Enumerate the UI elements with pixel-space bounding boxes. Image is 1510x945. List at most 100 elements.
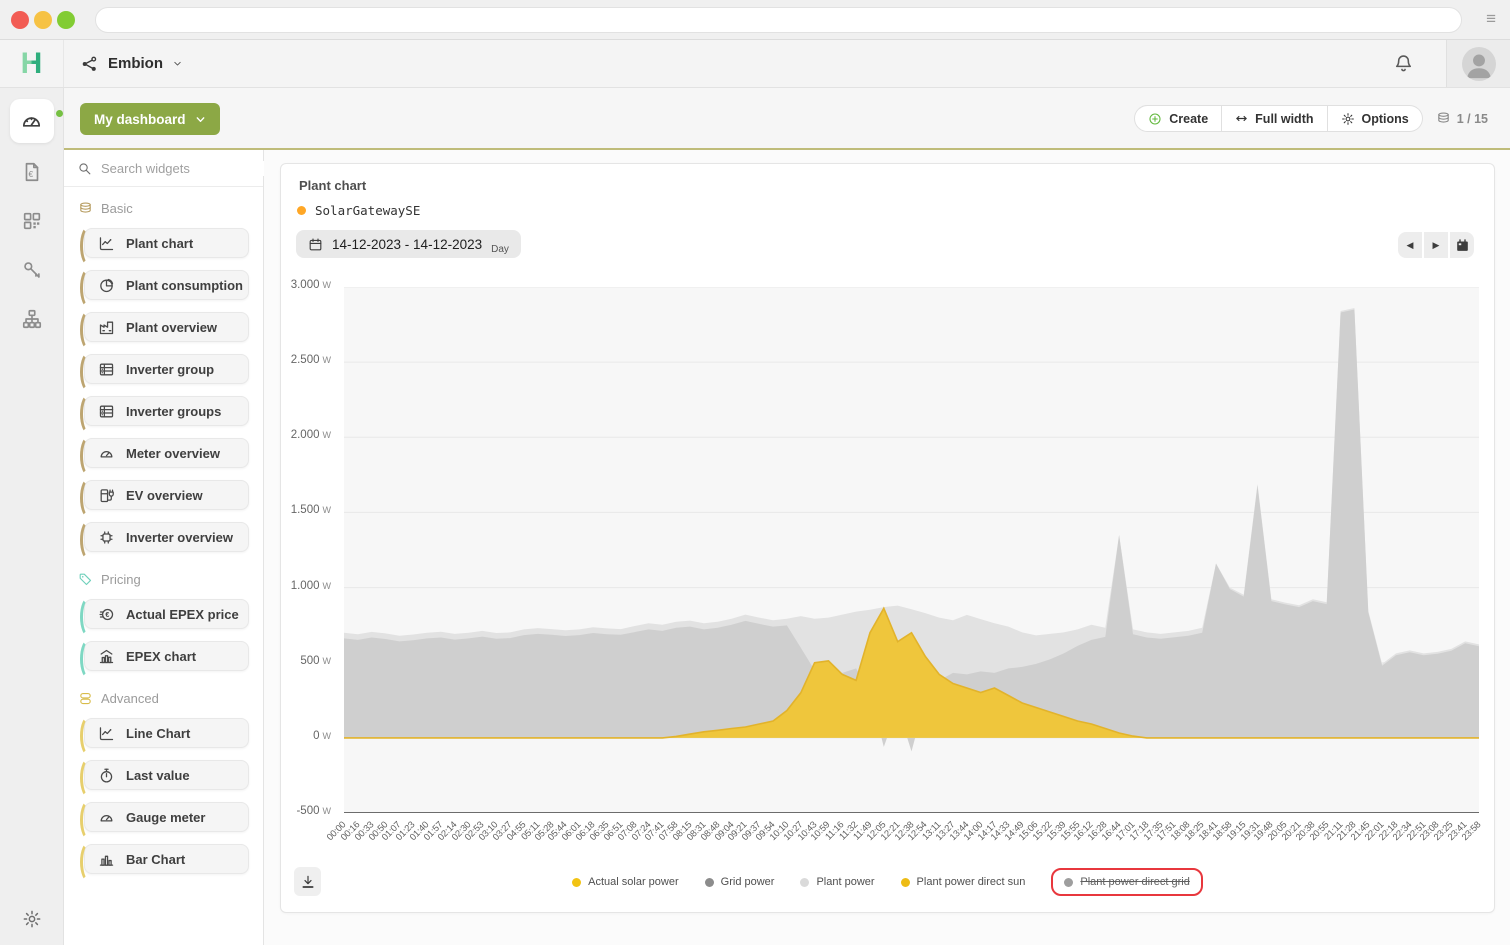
full-width-button[interactable]: Full width	[1222, 105, 1327, 132]
user-menu[interactable]	[1446, 40, 1510, 87]
layers-icon	[78, 201, 93, 216]
y-tick-label: 1.000W	[275, 580, 331, 592]
widget-item-inverter-overview[interactable]: Inverter overview	[84, 522, 249, 552]
options-label: Options	[1362, 112, 1409, 126]
browser-chrome: ≡	[0, 0, 1510, 40]
chevron-down-icon	[195, 114, 206, 125]
widget-item-plant-chart[interactable]: Plant chart	[84, 228, 249, 258]
widget-item-ev-overview[interactable]: EV overview	[84, 480, 249, 510]
widget-item-line-chart[interactable]: Line Chart	[84, 718, 249, 748]
widget-item-label: Last value	[126, 768, 190, 783]
invoice-icon: €	[21, 161, 43, 183]
calendar-button[interactable]	[1450, 232, 1474, 258]
legend-item-plant-power[interactable]: Plant power	[800, 876, 874, 888]
rail-item-widgets[interactable]	[10, 201, 54, 241]
network-icon	[81, 55, 99, 73]
widget-item-bar-chart[interactable]: Bar Chart	[84, 844, 249, 874]
plant-chart-plot[interactable]	[344, 287, 1479, 813]
widget-item-label: Plant consumption	[126, 278, 243, 293]
window-close-button[interactable]	[11, 11, 29, 29]
y-tick-label: 1.500W	[275, 504, 331, 516]
previous-period-button[interactable]: ◀	[1398, 232, 1422, 258]
rail-item-structure[interactable]	[10, 299, 54, 339]
gauge-icon	[98, 809, 115, 826]
widget-item-epex-chart[interactable]: EPEX chart	[84, 641, 249, 671]
gateway-status-dot	[297, 206, 306, 215]
widget-item-label: EV overview	[126, 488, 203, 503]
browser-menu-icon[interactable]: ≡	[1486, 9, 1496, 29]
full-width-label: Full width	[1255, 112, 1313, 126]
legend-dot	[800, 878, 809, 887]
rail-item-access[interactable]	[10, 250, 54, 290]
section-header-pricing: Pricing	[78, 572, 249, 587]
widget-item-label: Actual EPEX price	[126, 607, 239, 622]
legend-item-actual-solar-power[interactable]: Actual solar power	[572, 876, 679, 888]
legend-item-plant-power-direct-grid[interactable]: Plant power direct grid	[1051, 868, 1202, 896]
plant-chart-widget: Plant chart SolarGatewaySE 14-12-2023 - …	[280, 163, 1495, 913]
widget-item-label: Bar Chart	[126, 852, 185, 867]
chip-icon	[98, 529, 115, 546]
window-zoom-button[interactable]	[57, 11, 75, 29]
y-tick-label: 2.000W	[275, 429, 331, 441]
widget-search	[64, 150, 263, 187]
y-axis-labels: 3.000W2.500W2.000W1.500W1.000W500W0W-500…	[281, 287, 337, 813]
y-tick-label: 3.000W	[275, 279, 331, 291]
widget-item-label: EPEX chart	[126, 649, 196, 664]
options-button[interactable]: Options	[1328, 105, 1423, 132]
bars-icon	[98, 851, 115, 868]
window-minimize-button[interactable]	[34, 11, 52, 29]
rail-item-dashboards[interactable]	[10, 99, 54, 143]
widget-item-label: Plant chart	[126, 236, 193, 251]
table-icon	[98, 361, 115, 378]
widget-item-plant-overview[interactable]: Plant overview	[84, 312, 249, 342]
y-tick-label: -500W	[275, 805, 331, 817]
chart-line-icon	[98, 725, 115, 742]
widget-item-plant-consumption[interactable]: Plant consumption	[84, 270, 249, 300]
avatar	[1462, 47, 1496, 81]
widget-item-actual-epex-price[interactable]: € Actual EPEX price	[84, 599, 249, 629]
section-label: Advanced	[101, 691, 159, 706]
legend-label: Plant power direct sun	[917, 876, 1026, 888]
legend-label: Plant power direct grid	[1080, 876, 1189, 888]
legend-item-plant-power-direct-sun[interactable]: Plant power direct sun	[901, 876, 1026, 888]
widget-item-label: Inverter overview	[126, 530, 233, 545]
svg-text:€: €	[105, 610, 109, 618]
widget-item-label: Line Chart	[126, 726, 190, 741]
page-indicator: 1 / 15	[1436, 111, 1488, 126]
legend-label: Actual solar power	[588, 876, 679, 888]
app-logo[interactable]: H	[0, 40, 64, 87]
legend-dot	[1064, 878, 1073, 887]
factory-icon	[98, 319, 115, 336]
dashboard-content: Plant chart SolarGatewaySE 14-12-2023 - …	[264, 150, 1510, 945]
search-input[interactable]	[101, 161, 277, 176]
apps-icon	[21, 210, 43, 232]
date-granularity: Day	[491, 244, 509, 255]
key-icon	[21, 259, 43, 281]
org-switcher[interactable]: Embion	[81, 40, 183, 87]
chart-line-icon	[98, 235, 115, 252]
notifications-bell-icon[interactable]	[1393, 53, 1414, 74]
dashboard-selector-label: My dashboard	[94, 112, 186, 127]
speedometer-icon	[20, 110, 43, 133]
chart-legend: Actual solar power Grid power Plant power P…	[281, 864, 1494, 900]
arrows-horizontal-icon	[1235, 112, 1248, 125]
widget-item-label: Meter overview	[126, 446, 220, 461]
create-button[interactable]: Create	[1134, 105, 1222, 132]
url-bar[interactable]	[95, 7, 1462, 33]
sitemap-icon	[21, 308, 43, 330]
legend-item-grid-power[interactable]: Grid power	[705, 876, 775, 888]
dashboard-selector-button[interactable]: My dashboard	[80, 103, 220, 135]
next-period-button[interactable]: ▶	[1424, 232, 1448, 258]
rail-item-billing[interactable]: €	[10, 152, 54, 192]
widget-item-last-value[interactable]: Last value	[84, 760, 249, 790]
section-header-basic: Basic	[78, 201, 249, 216]
date-range-picker[interactable]: 14-12-2023 - 14-12-2023 Day	[296, 230, 521, 258]
widget-item-meter-overview[interactable]: Meter overview	[84, 438, 249, 468]
legend-label: Grid power	[721, 876, 775, 888]
widget-item-inverter-group[interactable]: Inverter group	[84, 354, 249, 384]
widget-item-inverter-groups[interactable]: Inverter groups	[84, 396, 249, 426]
widget-item-gauge-meter[interactable]: Gauge meter	[84, 802, 249, 832]
settings-button[interactable]	[22, 909, 42, 929]
legend-label: Plant power	[816, 876, 874, 888]
create-label: Create	[1169, 112, 1208, 126]
